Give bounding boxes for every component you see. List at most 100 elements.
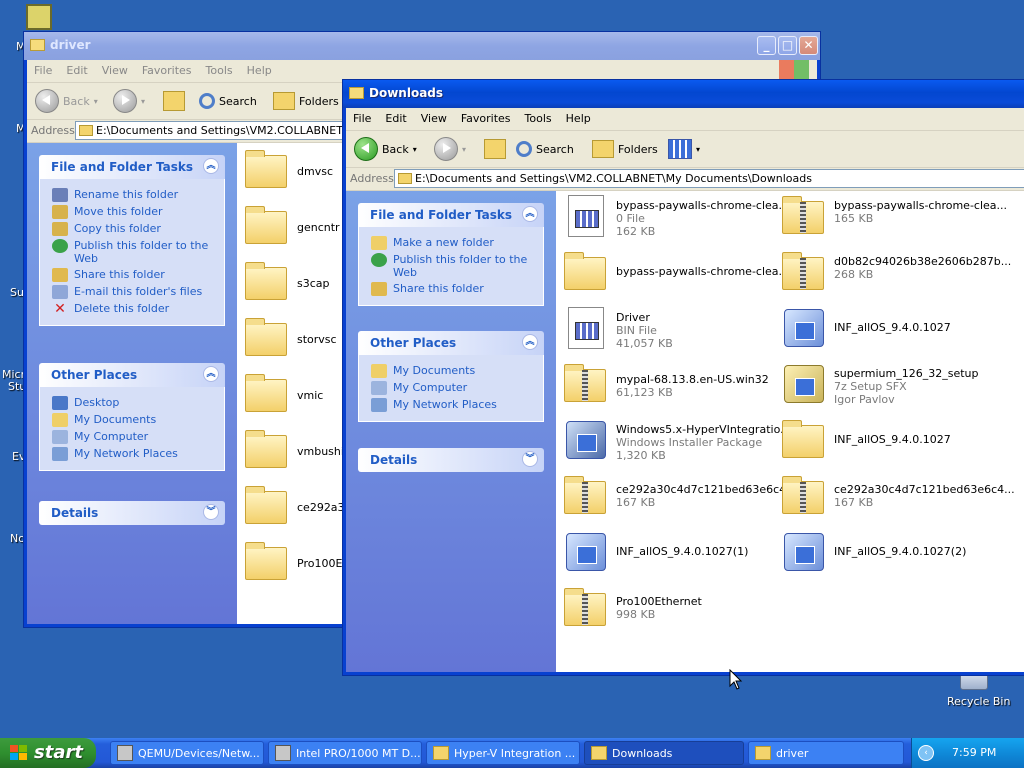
desktop-top-icon[interactable]	[26, 4, 52, 30]
file-item[interactable]: bypass-paywalls-chrome-clea... 165 KB	[780, 195, 1007, 237]
place-my-computer[interactable]: My Computer	[371, 381, 537, 395]
menu-edit[interactable]: Edit	[59, 60, 94, 77]
collapse-chevron-icon[interactable]: ︽	[203, 366, 219, 382]
copy-icon	[52, 222, 68, 236]
task-make-new-folder[interactable]: Make a new folder	[371, 236, 537, 250]
file-name: bypass-paywalls-chrome-clea...	[616, 265, 790, 278]
file-item[interactable]: Pro100Ethernet 998 KB	[562, 587, 702, 629]
up-folder-button[interactable]	[163, 89, 185, 113]
folder-icon	[245, 262, 287, 300]
panel-header[interactable]: Details ︾	[358, 448, 544, 472]
taskbar-item[interactable]: QEMU/Devices/Netw...	[110, 741, 264, 765]
search-button[interactable]: Search	[199, 89, 257, 113]
folder-item[interactable]: storvsc	[243, 317, 337, 359]
file-item[interactable]: supermium_126_32_setup 7z Setup SFX Igor P…	[780, 363, 979, 406]
back-button[interactable]: Back ▾	[35, 89, 98, 113]
place-my-network-places[interactable]: My Network Places	[52, 447, 218, 461]
downloads-titlebar[interactable]: Downloads	[343, 80, 1024, 108]
forward-button[interactable]: ▾	[113, 89, 145, 113]
place-my-documents[interactable]: My Documents	[52, 413, 218, 427]
panel-header[interactable]: File and Folder Tasks ︽	[358, 203, 544, 227]
taskbar-item[interactable]: Hyper-V Integration ...	[426, 741, 580, 765]
zip-folder-icon	[564, 588, 606, 626]
menu-help[interactable]: Help	[559, 108, 598, 125]
task-share-folder[interactable]: Share this folder	[371, 282, 537, 296]
task-rename-folder[interactable]: Rename this folder	[52, 188, 218, 202]
task-email-files[interactable]: E-mail this folder's files	[52, 285, 218, 299]
folder-item[interactable]: vmbushid	[243, 429, 351, 471]
place-my-documents[interactable]: My Documents	[371, 364, 537, 378]
file-item[interactable]: INF_allOS_9.4.0.1027(2)	[780, 531, 966, 573]
file-item[interactable]: bypass-paywalls-chrome-clea... 0 File 162 …	[562, 195, 789, 238]
driver-titlebar[interactable]: driver _ □ ✕	[24, 32, 820, 60]
taskbar-item[interactable]: Downloads	[584, 741, 744, 765]
collapse-chevron-icon[interactable]: ︽	[203, 158, 219, 174]
task-copy-folder[interactable]: Copy this folder	[52, 222, 218, 236]
minimize-button[interactable]: _	[757, 36, 776, 55]
task-publish-folder[interactable]: Publish this folder to the Web	[371, 253, 537, 279]
taskbar-item[interactable]: driver	[748, 741, 904, 765]
folder-item[interactable]: ce292a30c	[243, 485, 358, 527]
task-publish-folder[interactable]: Publish this folder to the Web	[52, 239, 218, 265]
search-button[interactable]: Search	[516, 137, 574, 161]
menu-tools[interactable]: Tools	[199, 60, 240, 77]
file-size: 998 KB	[616, 608, 656, 621]
menu-file[interactable]: File	[27, 60, 59, 77]
expand-chevron-icon[interactable]: ︾	[203, 504, 219, 520]
folder-item[interactable]: INF_allOS_9.4.0.1027	[780, 419, 951, 461]
taskbar-item[interactable]: Intel PRO/1000 MT D...	[268, 741, 422, 765]
menu-view[interactable]: View	[414, 108, 454, 125]
menu-edit[interactable]: Edit	[378, 108, 413, 125]
file-item[interactable]: Driver BIN File 41,057 KB	[562, 307, 673, 350]
file-item[interactable]: INF_allOS_9.4.0.1027(1)	[562, 531, 748, 573]
task-pane: File and Folder Tasks ︽ Rename this folde…	[27, 143, 237, 624]
views-button[interactable]: ▾	[668, 137, 700, 161]
collapse-chevron-icon[interactable]: ︽	[522, 334, 538, 350]
back-button[interactable]: Back ▾	[354, 137, 417, 161]
panel-header[interactable]: File and Folder Tasks ︽	[39, 155, 225, 179]
folder-item[interactable]: dmvsc	[243, 149, 333, 191]
folder-item[interactable]: Pro100Eth	[243, 541, 354, 583]
file-item[interactable]: Windows5.x-HyperVIntegratio... Windows In…	[562, 419, 791, 462]
menu-view[interactable]: View	[95, 60, 135, 77]
folder-item[interactable]: s3cap	[243, 261, 330, 303]
file-item[interactable]: d0b82c94026b38e2606b287b... 268 KB	[780, 251, 1011, 293]
place-my-computer[interactable]: My Computer	[52, 430, 218, 444]
folder-icon	[782, 420, 824, 458]
maximize-button[interactable]: □	[778, 36, 797, 55]
folder-item[interactable]: gencntr	[243, 205, 340, 247]
file-item[interactable]: INF_allOS_9.4.0.1027	[780, 307, 951, 349]
start-button[interactable]: start	[0, 738, 96, 768]
tray-expand-icon[interactable]: ‹	[918, 745, 934, 761]
menu-favorites[interactable]: Favorites	[454, 108, 518, 125]
panel-header[interactable]: Other Places ︽	[39, 363, 225, 387]
panel-header[interactable]: Other Places ︽	[358, 331, 544, 355]
up-folder-button[interactable]	[484, 137, 506, 161]
address-field[interactable]: E:\Documents and Settings\VM2.COLLABNET\…	[394, 169, 1024, 188]
menu-help[interactable]: Help	[240, 60, 279, 77]
folders-label: Folders	[618, 142, 658, 156]
task-delete-folder[interactable]: ✕ Delete this folder	[52, 302, 218, 316]
file-item[interactable]: ce292a30c4d7c121bed63e6c4... 167 KB	[562, 475, 797, 517]
menu-file[interactable]: File	[346, 108, 378, 125]
folders-button[interactable]: Folders	[592, 137, 658, 161]
place-desktop[interactable]: Desktop	[52, 396, 218, 410]
expand-chevron-icon[interactable]: ︾	[522, 451, 538, 467]
views-icon	[668, 139, 692, 159]
taskbar-item-label: Intel PRO/1000 MT D...	[296, 746, 421, 760]
task-move-folder[interactable]: Move this folder	[52, 205, 218, 219]
task-label: Publish this folder to the Web	[74, 239, 209, 265]
close-button[interactable]: ✕	[799, 36, 818, 55]
menu-tools[interactable]: Tools	[518, 108, 559, 125]
folders-button[interactable]: Folders	[273, 89, 339, 113]
file-item[interactable]: mypal-68.13.8.en-US.win32 61,123 KB	[562, 363, 769, 405]
panel-header[interactable]: Details ︾	[39, 501, 225, 525]
folder-item[interactable]: vmic	[243, 373, 323, 415]
forward-button[interactable]: ▾	[434, 137, 466, 161]
place-my-network-places[interactable]: My Network Places	[371, 398, 537, 412]
task-share-folder[interactable]: Share this folder	[52, 268, 218, 282]
collapse-chevron-icon[interactable]: ︽	[522, 206, 538, 222]
menu-favorites[interactable]: Favorites	[135, 60, 199, 77]
folder-item[interactable]: bypass-paywalls-chrome-clea...	[562, 251, 789, 293]
file-item[interactable]: ce292a30c4d7c121bed63e6c4... 167 KB	[780, 475, 1015, 517]
